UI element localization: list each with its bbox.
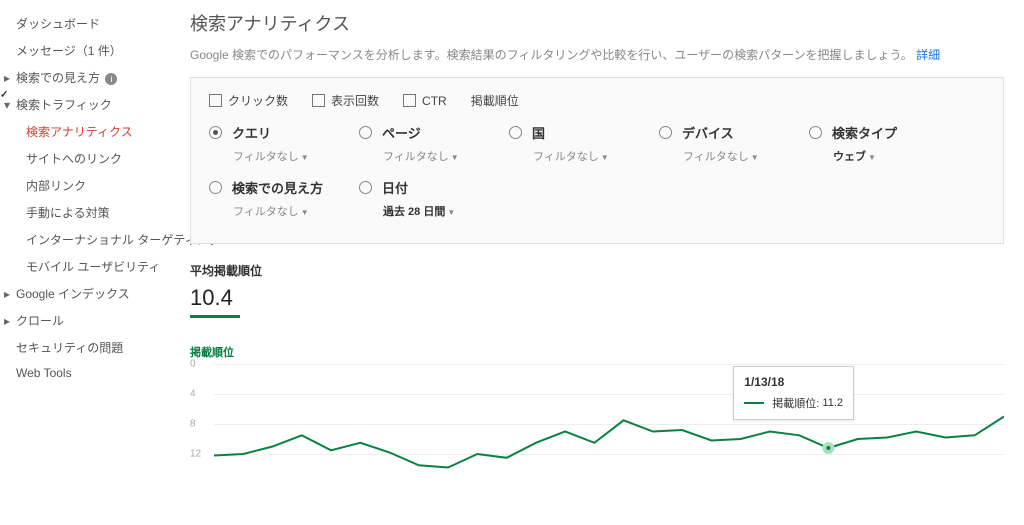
sidebar-item-google-index[interactable]: ▸Google インデックス — [0, 280, 170, 307]
filter-panel: クリック数 表示回数 CTR ✓掲載順位 クエリ フィルタなし▼ ページ フィル… — [190, 77, 1004, 244]
tooltip-date: 1/13/18 — [744, 375, 843, 389]
tooltip-label: 掲載順位: — [772, 395, 819, 411]
check-ctr[interactable]: CTR — [403, 92, 447, 109]
sidebar-item-messages[interactable]: メッセージ（1 件） — [0, 37, 170, 64]
info-icon: i — [105, 73, 117, 85]
dim-date[interactable]: 日付 過去 28 日間▼ — [359, 178, 509, 219]
dim-query[interactable]: クエリ フィルタなし▼ — [209, 123, 359, 164]
chevron-down-icon: ▼ — [451, 153, 459, 162]
chevron-down-icon: ▼ — [301, 208, 309, 217]
check-impressions[interactable]: 表示回数 — [312, 92, 379, 109]
sidebar-item-web-tools[interactable]: Web Tools — [0, 361, 170, 385]
page-description: Google 検索でのパフォーマンスを分析します。検索結果のフィルタリングや比較… — [190, 46, 1004, 63]
sidebar-item-manual-actions[interactable]: 手動による対策 — [0, 199, 170, 226]
caret-icon: ▸ — [4, 71, 12, 85]
learn-more-link[interactable]: 詳細 — [916, 48, 940, 62]
check-clicks[interactable]: クリック数 — [209, 92, 288, 109]
sidebar: ダッシュボード メッセージ（1 件） ▸検索での見え方 i ▾検索トラフィック … — [0, 0, 170, 525]
sidebar-item-intl-targeting[interactable]: インターナショナル ターゲティング — [0, 226, 170, 253]
chart-tooltip: 1/13/18 掲載順位: 11.2 — [733, 366, 854, 420]
chart-area: 掲載順位 04812 1/13/18 掲載順位: 11.2 — [190, 344, 1004, 484]
chevron-down-icon: ▼ — [868, 153, 876, 162]
caret-icon: ▸ — [4, 287, 12, 301]
checkbox-icon — [312, 94, 325, 107]
tooltip-value: 11.2 — [822, 397, 843, 409]
chevron-down-icon: ▼ — [601, 153, 609, 162]
radio-icon — [359, 126, 372, 139]
dim-page[interactable]: ページ フィルタなし▼ — [359, 123, 509, 164]
page-title: 検索アナリティクス — [190, 10, 1004, 36]
caret-icon: ▸ — [4, 314, 12, 328]
metric-block: 平均掲載順位 10.4 — [190, 262, 1004, 318]
sidebar-item-links[interactable]: サイトへのリンク — [0, 145, 170, 172]
dim-country[interactable]: 国 フィルタなし▼ — [509, 123, 659, 164]
radio-on-icon — [209, 126, 222, 139]
chevron-down-icon: ▼ — [751, 153, 759, 162]
chart-title: 掲載順位 — [190, 344, 1004, 360]
dimension-row: クエリ フィルタなし▼ ページ フィルタなし▼ 国 フィルタなし▼ デバイス フ… — [209, 123, 985, 233]
radio-icon — [659, 126, 672, 139]
metric-check-row: クリック数 表示回数 CTR ✓掲載順位 — [209, 92, 985, 109]
dim-appearance[interactable]: 検索での見え方 フィルタなし▼ — [209, 178, 359, 219]
metric-underline — [190, 315, 240, 318]
sidebar-item-search-traffic[interactable]: ▾検索トラフィック — [0, 91, 170, 118]
checkbox-icon — [209, 94, 222, 107]
dim-device[interactable]: デバイス フィルタなし▼ — [659, 123, 809, 164]
line-series — [214, 364, 1004, 484]
sidebar-item-security[interactable]: セキュリティの問題 — [0, 334, 170, 361]
metric-title: 平均掲載順位 — [190, 262, 1004, 279]
legend-swatch — [744, 402, 764, 404]
sidebar-item-internal-links[interactable]: 内部リンク — [0, 172, 170, 199]
dim-search-type[interactable]: 検索タイプ ウェブ▼ — [809, 123, 959, 164]
chevron-down-icon: ▼ — [447, 208, 455, 217]
check-position[interactable]: ✓掲載順位 — [471, 92, 519, 109]
main-content: 検索アナリティクス Google 検索でのパフォーマンスを分析します。検索結果の… — [170, 0, 1024, 525]
sidebar-item-dashboard[interactable]: ダッシュボード — [0, 10, 170, 37]
sidebar-item-crawl[interactable]: ▸クロール — [0, 307, 170, 334]
radio-icon — [209, 181, 222, 194]
metric-value: 10.4 — [190, 285, 1004, 311]
radio-icon — [359, 181, 372, 194]
position-chart[interactable]: 04812 1/13/18 掲載順位: 11.2 — [190, 364, 1004, 484]
chevron-down-icon: ▼ — [301, 153, 309, 162]
radio-icon — [809, 126, 822, 139]
radio-icon — [509, 126, 522, 139]
checkbox-icon — [403, 94, 416, 107]
sidebar-item-search-appearance[interactable]: ▸検索での見え方 i — [0, 64, 170, 91]
sidebar-item-search-analytics[interactable]: 検索アナリティクス — [0, 118, 170, 145]
sidebar-item-mobile-usability[interactable]: モバイル ユーザビリティ — [0, 253, 170, 280]
